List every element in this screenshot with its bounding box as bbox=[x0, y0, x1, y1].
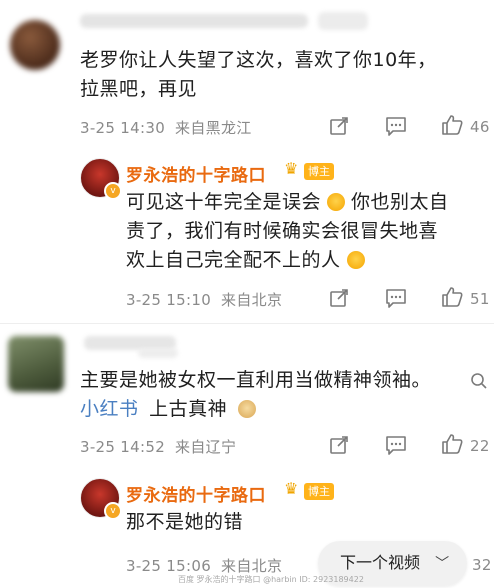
search-icon[interactable] bbox=[470, 372, 488, 390]
blogger-badge: 博主 bbox=[304, 483, 334, 500]
comment-location: 来自辽宁 bbox=[175, 438, 237, 456]
crown-icon: ♛ bbox=[284, 159, 299, 178]
like-count: 51 bbox=[470, 290, 490, 308]
badge-blurred bbox=[138, 348, 178, 358]
laughing-emoji-icon bbox=[327, 193, 346, 211]
share-icon[interactable] bbox=[328, 115, 350, 137]
badge-blurred bbox=[318, 12, 368, 30]
divider bbox=[0, 323, 494, 324]
verified-icon: v bbox=[104, 502, 122, 520]
comment-text: 老罗你让人失望了这次，喜欢了你10年， 拉黑吧，再见 bbox=[80, 49, 437, 100]
watermark: 百度 罗永浩的十字路口 @harbin ID: 2923189422 bbox=[178, 575, 364, 584]
like-icon[interactable] bbox=[440, 432, 464, 456]
xiaohongshu-link[interactable]: 小红书 bbox=[80, 398, 139, 420]
avatar[interactable] bbox=[8, 336, 64, 392]
like-icon[interactable] bbox=[440, 113, 464, 137]
comment-icon[interactable] bbox=[384, 434, 408, 456]
comment-icon[interactable] bbox=[384, 287, 408, 309]
next-video-label: 下一个视频 bbox=[340, 553, 421, 572]
doge-emoji-icon bbox=[237, 400, 256, 418]
comment-date: 3-25 14:52 bbox=[80, 438, 166, 456]
crown-icon: ♛ bbox=[284, 479, 299, 498]
comment-location: 来自北京 bbox=[221, 291, 283, 309]
like-count: 22 bbox=[470, 437, 490, 455]
comment-meta: 3-25 14:30 来自黑龙江 bbox=[80, 117, 262, 138]
comment-date: 3-25 15:06 bbox=[126, 557, 212, 575]
chevron-down-icon: ﹀ bbox=[435, 556, 450, 572]
comment-location: 来自黑龙江 bbox=[175, 119, 252, 137]
like-count: 32 bbox=[472, 556, 492, 574]
comment-meta: 3-25 15:10 来自北京 bbox=[126, 289, 292, 310]
comment-text: 那不是她的错 bbox=[126, 511, 244, 533]
author-name[interactable]: 罗永浩的十字路口 bbox=[126, 161, 266, 186]
share-icon[interactable] bbox=[328, 287, 350, 309]
comment-1: 老罗你让人失望了这次，喜欢了你10年， 拉黑吧，再见 3-25 14:30 来自黑… bbox=[0, 0, 494, 140]
comment-meta: 3-25 14:52 来自辽宁 bbox=[80, 436, 246, 457]
comment-meta: 3-25 15:06 来自北京 bbox=[126, 555, 292, 576]
comment-date: 3-25 15:10 bbox=[126, 291, 212, 309]
comment-date: 3-25 14:30 bbox=[80, 119, 166, 137]
tongue-emoji-icon bbox=[346, 251, 365, 269]
comment-text: 可见这十年完全是误会 你也别太自 责了，我们有时候确实会很冒失地喜 欢上自己完全配… bbox=[126, 191, 449, 271]
like-icon[interactable] bbox=[440, 285, 464, 309]
reply-1: v 罗永浩的十字路口 ♛ 博主 可见这十年完全是误会 你也别太自 责了，我们有时候… bbox=[0, 150, 494, 320]
comment-location: 来自北京 bbox=[221, 557, 283, 575]
author-name[interactable]: 罗永浩的十字路口 bbox=[126, 481, 266, 506]
comment-text: 主要是她被女权一直利用当做精神领袖。 小红书 上古真神 bbox=[80, 369, 432, 420]
comment-icon[interactable] bbox=[384, 115, 408, 137]
username-blurred[interactable] bbox=[80, 14, 308, 28]
blogger-badge: 博主 bbox=[304, 163, 334, 180]
like-count: 46 bbox=[470, 118, 490, 136]
verified-icon: v bbox=[104, 182, 122, 200]
comment-2: 主要是她被女权一直利用当做精神领袖。 小红书 上古真神 3-25 14:52 来自… bbox=[0, 326, 494, 466]
avatar[interactable] bbox=[10, 20, 60, 70]
share-icon[interactable] bbox=[328, 434, 350, 456]
